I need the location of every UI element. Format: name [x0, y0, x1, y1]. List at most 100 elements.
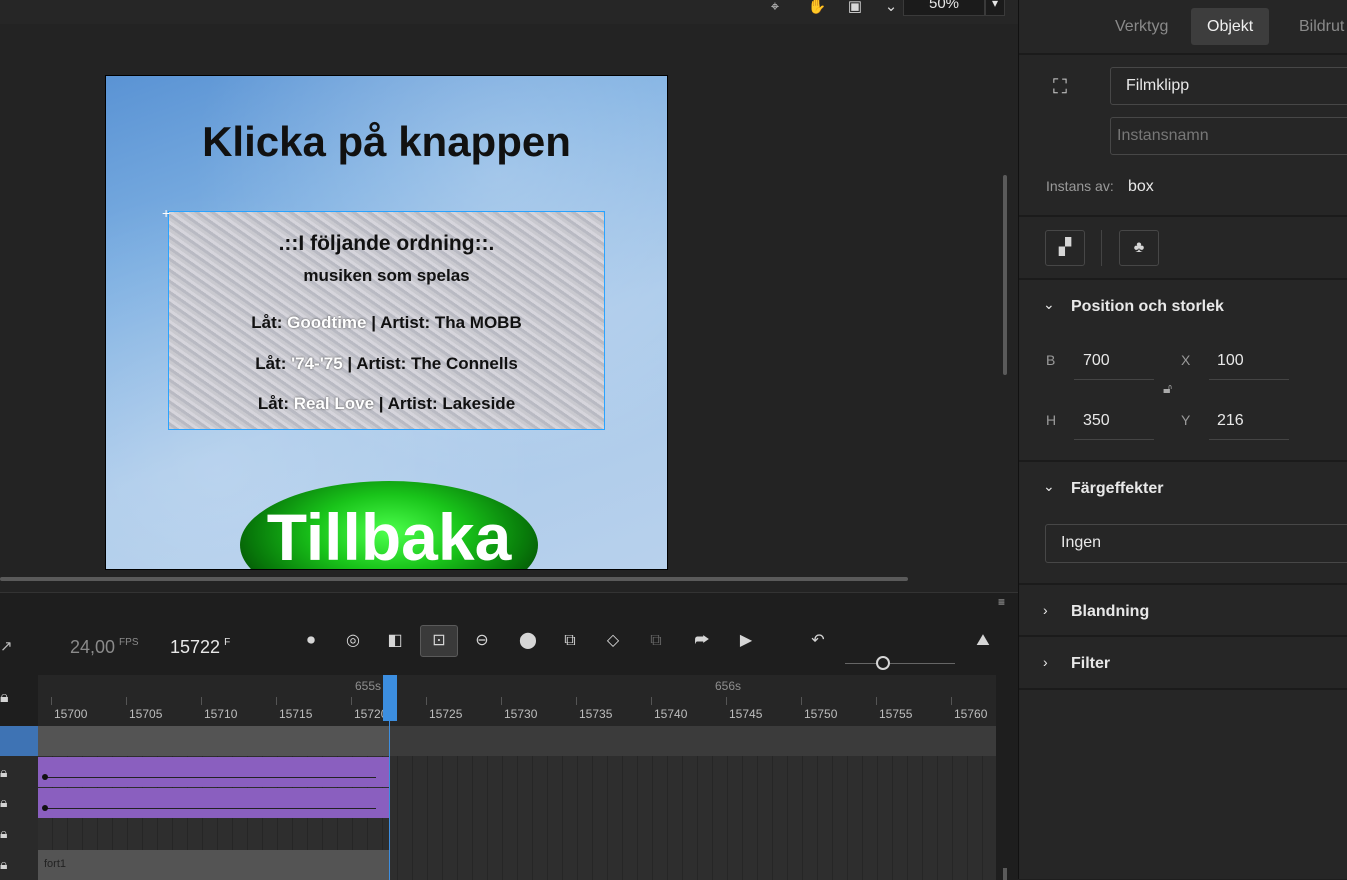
lock-icon[interactable]: 🔒︎: [0, 764, 14, 781]
fit-timeline-icon[interactable]: ⛰: [968, 629, 998, 653]
timeline-ruler[interactable]: 15700 15705 15710 15715 15720 15725 15730 15735…: [38, 675, 996, 726]
tab-tools[interactable]: Verktyg: [1099, 8, 1184, 45]
layer-row[interactable]: [38, 757, 996, 787]
x-input[interactable]: 100: [1217, 352, 1244, 370]
chevron-right-icon[interactable]: ›: [1043, 602, 1048, 618]
lock-all-icon[interactable]: 🔒︎: [0, 689, 14, 707]
insert-keyframe-icon[interactable]: ⏺: [299, 629, 323, 653]
zoom-dropdown-icon[interactable]: ▾: [985, 0, 1005, 16]
insert-frame-icon[interactable]: ◧: [383, 629, 407, 653]
instance-name-input[interactable]: Instansnamn: [1110, 117, 1347, 155]
loop-icon[interactable]: ⮫: [690, 629, 714, 653]
auto-keyframe-icon[interactable]: ⊡: [420, 625, 458, 657]
divider: [1019, 688, 1347, 690]
stage-vertical-scrollbar[interactable]: [1003, 175, 1007, 375]
ruler-tick: [651, 697, 652, 705]
tween-span[interactable]: [38, 788, 390, 818]
frame-span[interactable]: [38, 726, 390, 756]
lock-proportions-icon[interactable]: 🔓︎: [1163, 380, 1172, 397]
zoom-input[interactable]: 50%: [903, 0, 985, 16]
frame-label: fort1: [44, 858, 67, 870]
lock-icon[interactable]: 🔒︎: [0, 794, 14, 811]
insert-blank-keyframe-icon[interactable]: ◎: [341, 629, 365, 653]
instance-of-label: Instans av:: [1046, 178, 1114, 194]
frame-span[interactable]: fort1: [38, 850, 390, 880]
ruler-tick: [576, 697, 577, 705]
undo-icon[interactable]: ↶: [806, 629, 830, 653]
panel-menu-icon[interactable]: ≡: [998, 595, 1005, 609]
stage-horizontal-scrollbar[interactable]: [0, 577, 908, 581]
timeline-zoom-slider[interactable]: [876, 656, 890, 670]
instance-of-value: box: [1128, 178, 1154, 195]
timeline-scrollbar[interactable]: [1003, 868, 1007, 880]
lock-icon[interactable]: 🔒︎: [0, 825, 14, 842]
timeline-frames[interactable]: fort1: [38, 726, 996, 880]
remove-keyframe-icon[interactable]: ⊖: [470, 629, 494, 653]
onion-skin-icon[interactable]: ⬤: [516, 629, 540, 653]
layer-row[interactable]: fort1: [38, 850, 996, 880]
stage-title: Klicka på knappen: [202, 118, 571, 165]
keyframe[interactable]: [42, 774, 48, 780]
ruler-tick: [126, 697, 127, 705]
box-heading: .::I följande ordning::.: [278, 232, 495, 255]
y-input[interactable]: 216: [1217, 412, 1244, 430]
selected-layer-indicator[interactable]: [0, 726, 38, 756]
position-size-header[interactable]: Position och storlek: [1071, 298, 1224, 316]
tween-icon[interactable]: ◇: [601, 629, 625, 653]
snap-icon[interactable]: ⌖: [764, 0, 786, 18]
registration-point-icon: +: [162, 205, 171, 221]
stage-canvas[interactable]: Klicka på knappen .::I följande ordning:…: [105, 75, 668, 570]
stage-toolbar: ⌖ ✋ ▣ ⌄ 50% ▾: [0, 0, 1018, 24]
color-effect-dropdown[interactable]: Ingen: [1045, 524, 1347, 563]
x-label: X: [1181, 352, 1191, 368]
convert-icon: ⧉: [650, 632, 662, 649]
divider: [1019, 635, 1347, 637]
chevron-down-icon[interactable]: ⌄: [1043, 478, 1055, 495]
blending-header[interactable]: Blandning: [1071, 603, 1149, 621]
color-effects-header[interactable]: Färgeffekter: [1071, 480, 1163, 498]
playhead[interactable]: [383, 675, 397, 721]
tween-span[interactable]: [38, 757, 390, 787]
lock-icon[interactable]: 🔒︎: [0, 856, 14, 873]
divider: [1019, 278, 1347, 280]
keyframe[interactable]: [42, 805, 48, 811]
tab-object[interactable]: Objekt: [1191, 8, 1270, 45]
y-label: Y: [1181, 412, 1191, 428]
height-input[interactable]: 350: [1083, 412, 1110, 430]
width-input[interactable]: 700: [1083, 352, 1110, 370]
ruler-tick-label: 15725: [429, 707, 463, 721]
timeline-zoom-track[interactable]: [845, 663, 955, 664]
ruler-tick: [501, 697, 502, 705]
ruler-tick-label: 15755: [879, 707, 913, 721]
ruler-tick: [201, 697, 202, 705]
hand-icon[interactable]: ✋: [806, 0, 828, 18]
layer-row[interactable]: [38, 726, 996, 756]
song-line-1: Låt: Goodtime | Artist: Tha MOBB: [251, 313, 522, 332]
height-underline: [1074, 439, 1154, 440]
edit-multiple-frames-icon[interactable]: ⧉: [558, 629, 582, 653]
chevron-down-icon[interactable]: ⌄: [880, 0, 902, 18]
filter-header[interactable]: Filter: [1071, 655, 1110, 673]
ruler-tick-label: 15705: [129, 707, 163, 721]
chevron-right-icon[interactable]: ›: [1043, 654, 1048, 670]
clip-icon[interactable]: ▣: [844, 0, 866, 18]
divider: [1019, 53, 1347, 55]
edit-symbol-icon[interactable]: ♣: [1119, 230, 1159, 266]
layer-row[interactable]: [38, 788, 996, 818]
width-underline: [1074, 379, 1154, 380]
ruler-tick-label: 15745: [729, 707, 763, 721]
tween-arrow: [46, 777, 376, 778]
stage-area: ⌖ ✋ ▣ ⌄ 50% ▾ Klicka på knappen .::I föl…: [0, 0, 1018, 592]
symbol-type-dropdown[interactable]: Filmklipp: [1110, 67, 1347, 105]
selected-movieclip[interactable]: .::I följande ordning::. musiken som spe…: [168, 211, 605, 430]
divider: [1019, 583, 1347, 585]
chevron-down-icon[interactable]: ⌄: [1043, 296, 1055, 313]
layer-column: 🔒︎ 🔒︎ 🔒︎ 🔒︎: [0, 726, 38, 880]
back-button[interactable]: Tillbaka: [240, 481, 538, 570]
tab-frame[interactable]: Bildrut: [1283, 8, 1347, 45]
play-icon[interactable]: ▶: [734, 629, 758, 653]
swap-symbol-icon[interactable]: ▞: [1045, 230, 1085, 266]
ruler-tick-label: 15740: [654, 707, 688, 721]
ruler-tick: [276, 697, 277, 705]
back-button-label: Tillbaka: [266, 500, 512, 570]
